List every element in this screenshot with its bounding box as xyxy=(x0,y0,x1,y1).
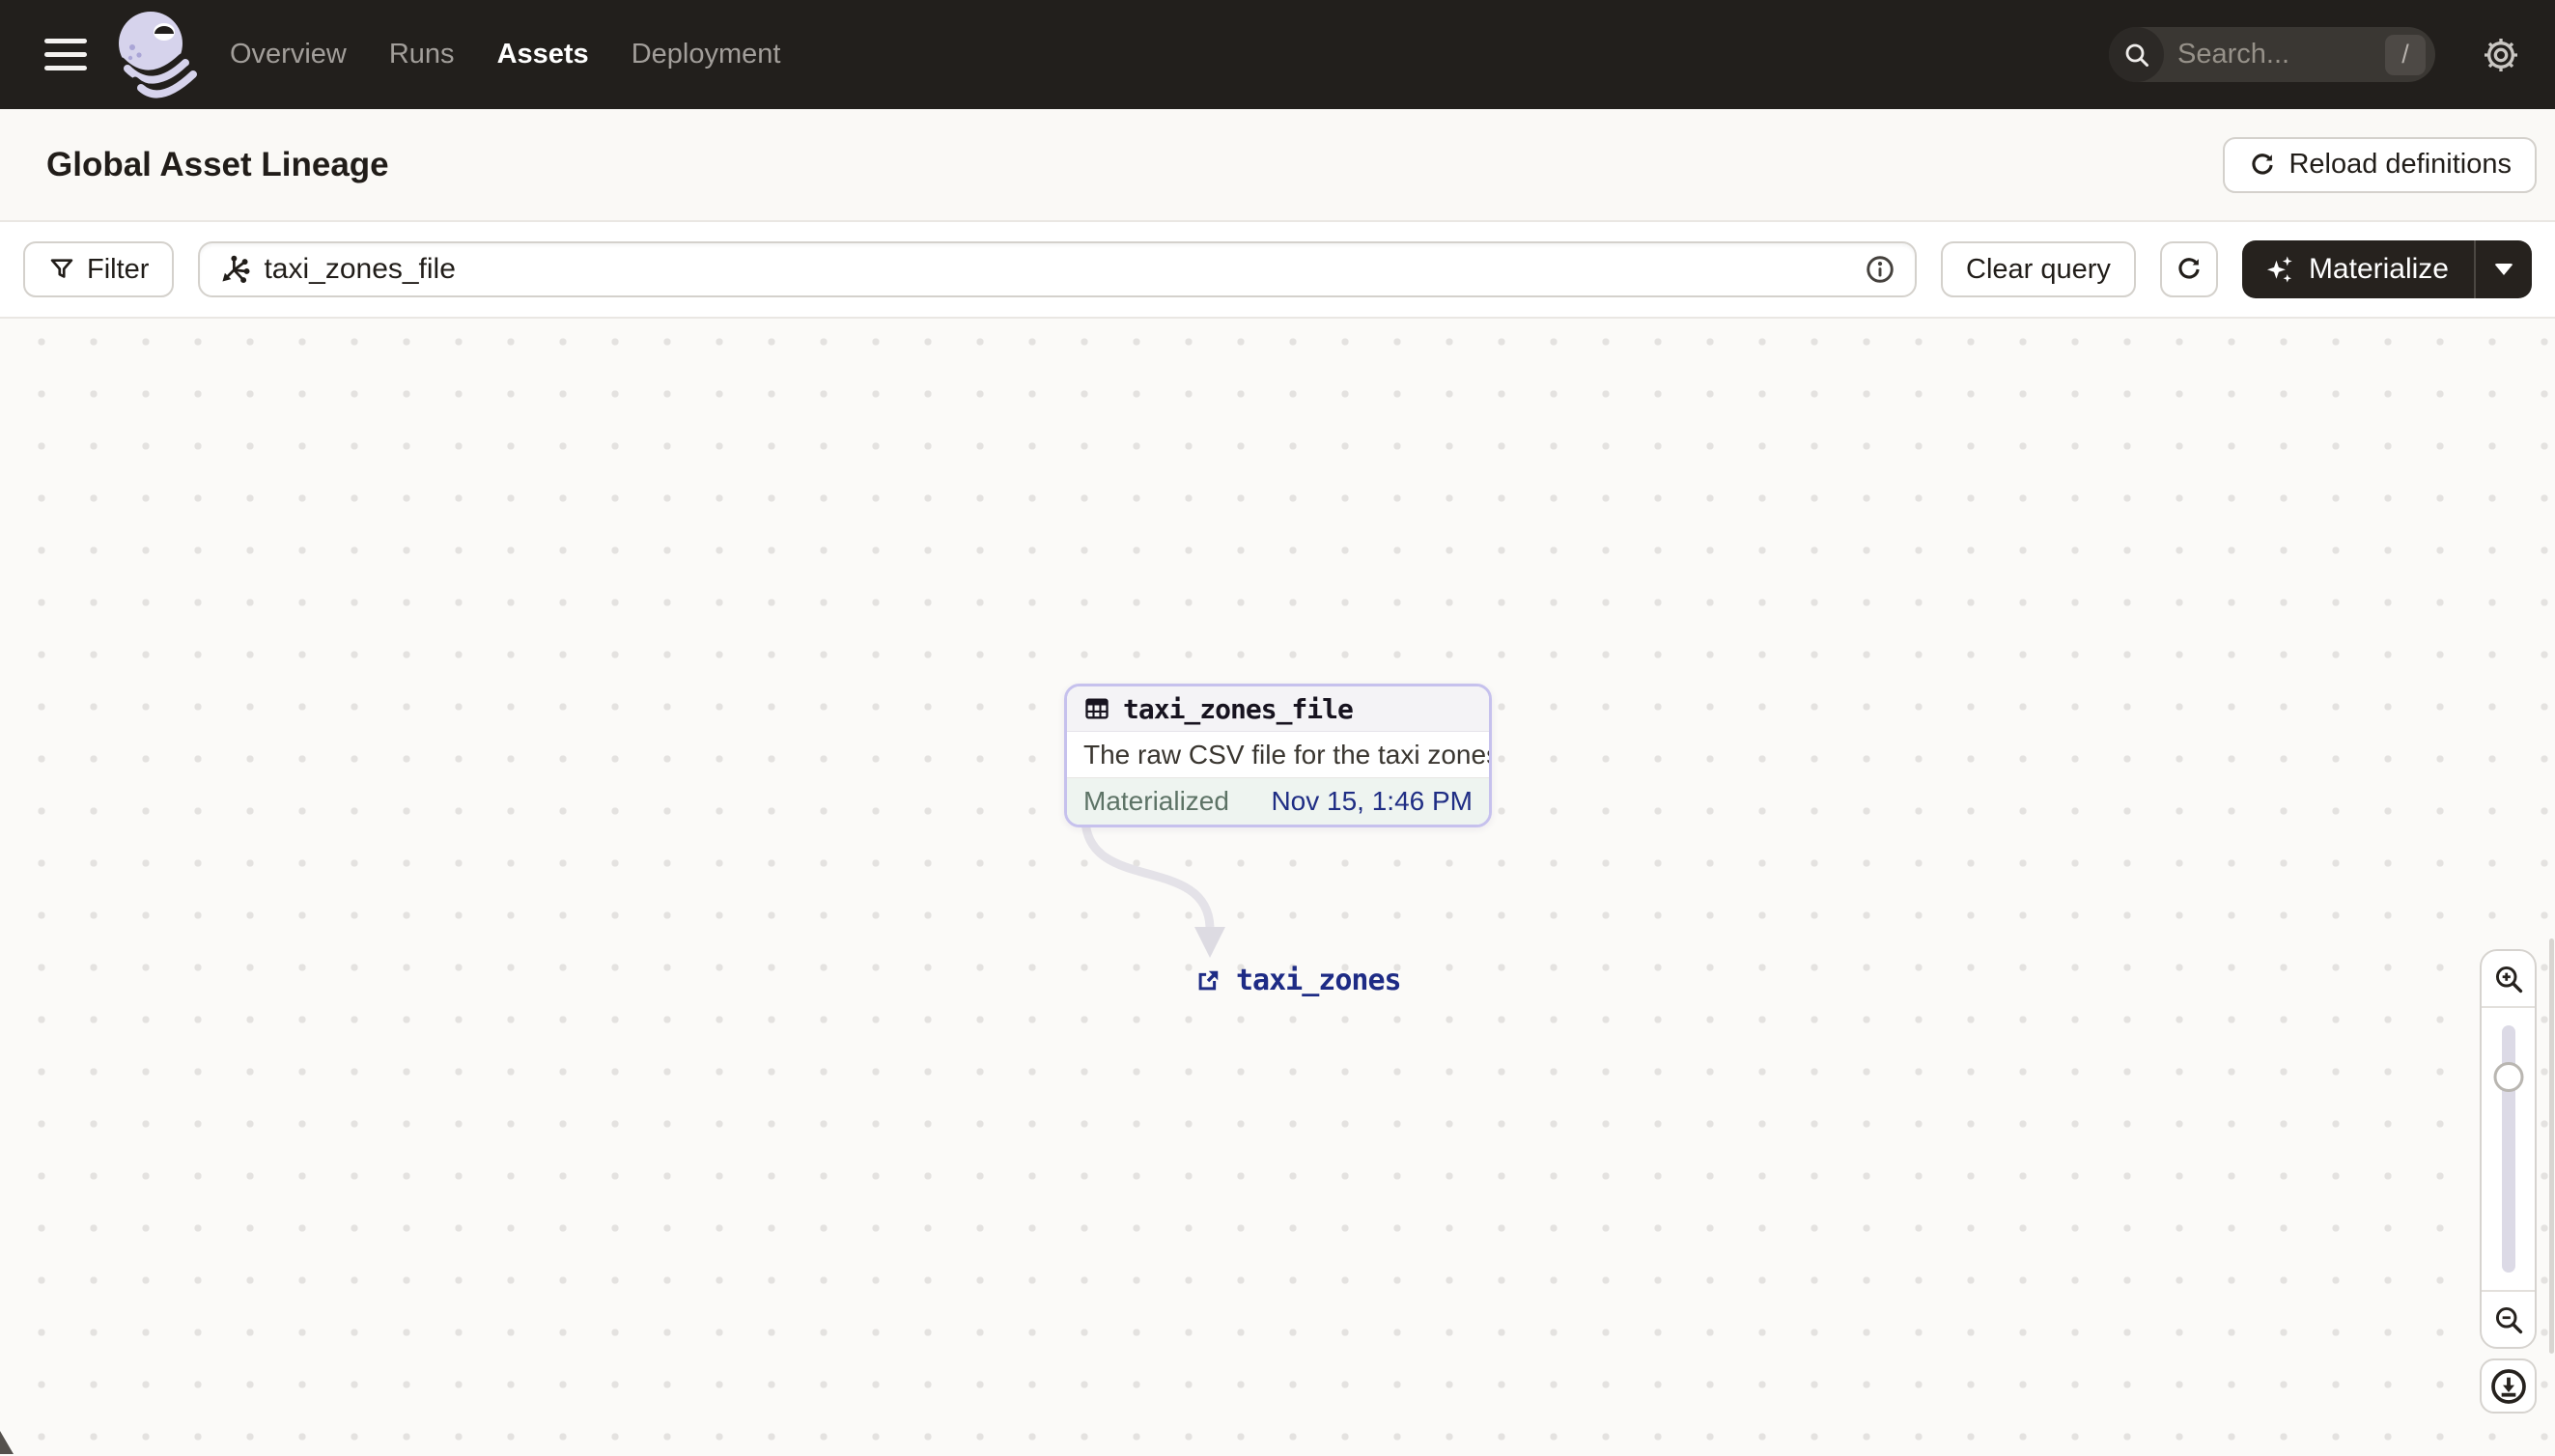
refresh-icon xyxy=(2252,153,2274,175)
materialize-split-button: Materialize xyxy=(2241,240,2532,298)
lineage-edge xyxy=(1081,820,1225,958)
materialize-button[interactable]: Materialize xyxy=(2242,240,2474,298)
materialize-label: Materialize xyxy=(2308,253,2449,285)
asset-description: The raw CSV file for the taxi zones dat.… xyxy=(1067,732,1489,778)
downstream-asset-taxi-zones[interactable]: taxi_zones xyxy=(1193,964,1402,997)
asset-node-taxi-zones-file[interactable]: taxi_zones_file The raw CSV file for the… xyxy=(1064,684,1492,827)
download-circle-icon xyxy=(2490,1368,2526,1404)
page-header: Global Asset Lineage Reload definitions xyxy=(0,109,2555,220)
sparkles-icon xyxy=(2266,256,2292,283)
zoom-slider[interactable] xyxy=(2482,1008,2535,1290)
chevron-down-icon xyxy=(2494,264,2513,275)
filter-label: Filter xyxy=(87,253,150,285)
reload-definitions-button[interactable]: Reload definitions xyxy=(2223,136,2537,193)
recenter-view-button[interactable] xyxy=(2480,1358,2537,1414)
top-navbar: Overview Runs Assets Deployment / xyxy=(0,0,2555,109)
filter-funnel-icon xyxy=(50,259,73,278)
asset-status-row: Materialized Nov 15, 1:46 PM xyxy=(1067,778,1489,825)
zoom-in-button[interactable] xyxy=(2482,951,2535,1008)
refresh-icon xyxy=(2178,258,2200,279)
external-link-icon xyxy=(1198,970,1219,990)
search-shortcut-badge: / xyxy=(2385,34,2426,75)
settings-gear-icon[interactable] xyxy=(2480,34,2522,76)
zoom-slider-thumb[interactable] xyxy=(2493,1062,2523,1092)
clear-query-label: Clear query xyxy=(1966,253,2111,285)
filter-button[interactable]: Filter xyxy=(23,241,175,297)
lineage-toolbar: Filter Clear query xyxy=(0,220,2555,319)
nav-link-assets[interactable]: Assets xyxy=(497,39,589,70)
materialize-dropdown-button[interactable] xyxy=(2476,240,2532,298)
op-selector-icon xyxy=(222,255,250,284)
zoom-in-icon xyxy=(2495,966,2522,993)
search-input[interactable] xyxy=(2164,39,2385,70)
search-icon xyxy=(2109,27,2164,82)
edge-arrowhead xyxy=(1194,927,1225,958)
status-timestamp[interactable]: Nov 15, 1:46 PM xyxy=(1271,786,1473,817)
reload-definitions-label: Reload definitions xyxy=(2288,149,2512,180)
clear-query-button[interactable]: Clear query xyxy=(1941,241,2136,297)
primary-nav: Overview Runs Assets Deployment xyxy=(230,39,780,70)
table-icon xyxy=(1085,698,1109,719)
zoom-out-button[interactable] xyxy=(2482,1290,2535,1347)
nav-link-deployment[interactable]: Deployment xyxy=(632,39,781,70)
downstream-asset-name: taxi_zones xyxy=(1236,964,1402,997)
status-label: Materialized xyxy=(1083,786,1229,816)
nav-link-runs[interactable]: Runs xyxy=(389,39,455,70)
zoom-controls xyxy=(2480,949,2537,1349)
lineage-canvas[interactable]: taxi_zones_file The raw CSV file for the… xyxy=(0,319,2555,1454)
nav-link-overview[interactable]: Overview xyxy=(230,39,347,70)
asset-name: taxi_zones_file xyxy=(1123,692,1354,725)
canvas-scrollbar[interactable] xyxy=(2549,938,2554,1354)
refresh-graph-button[interactable] xyxy=(2159,241,2218,297)
asset-selection-input[interactable] xyxy=(264,253,1852,286)
canvas-corner-artifact xyxy=(0,1431,14,1454)
hamburger-menu-icon[interactable] xyxy=(44,39,87,70)
page-title: Global Asset Lineage xyxy=(46,145,389,183)
query-info-icon[interactable] xyxy=(1865,254,1895,285)
dagster-logo[interactable] xyxy=(108,7,197,103)
zoom-out-icon xyxy=(2495,1306,2522,1333)
asset-selection-input-wrap xyxy=(198,241,1918,297)
asset-node-header: taxi_zones_file xyxy=(1067,686,1489,732)
global-search[interactable]: / xyxy=(2109,27,2435,82)
